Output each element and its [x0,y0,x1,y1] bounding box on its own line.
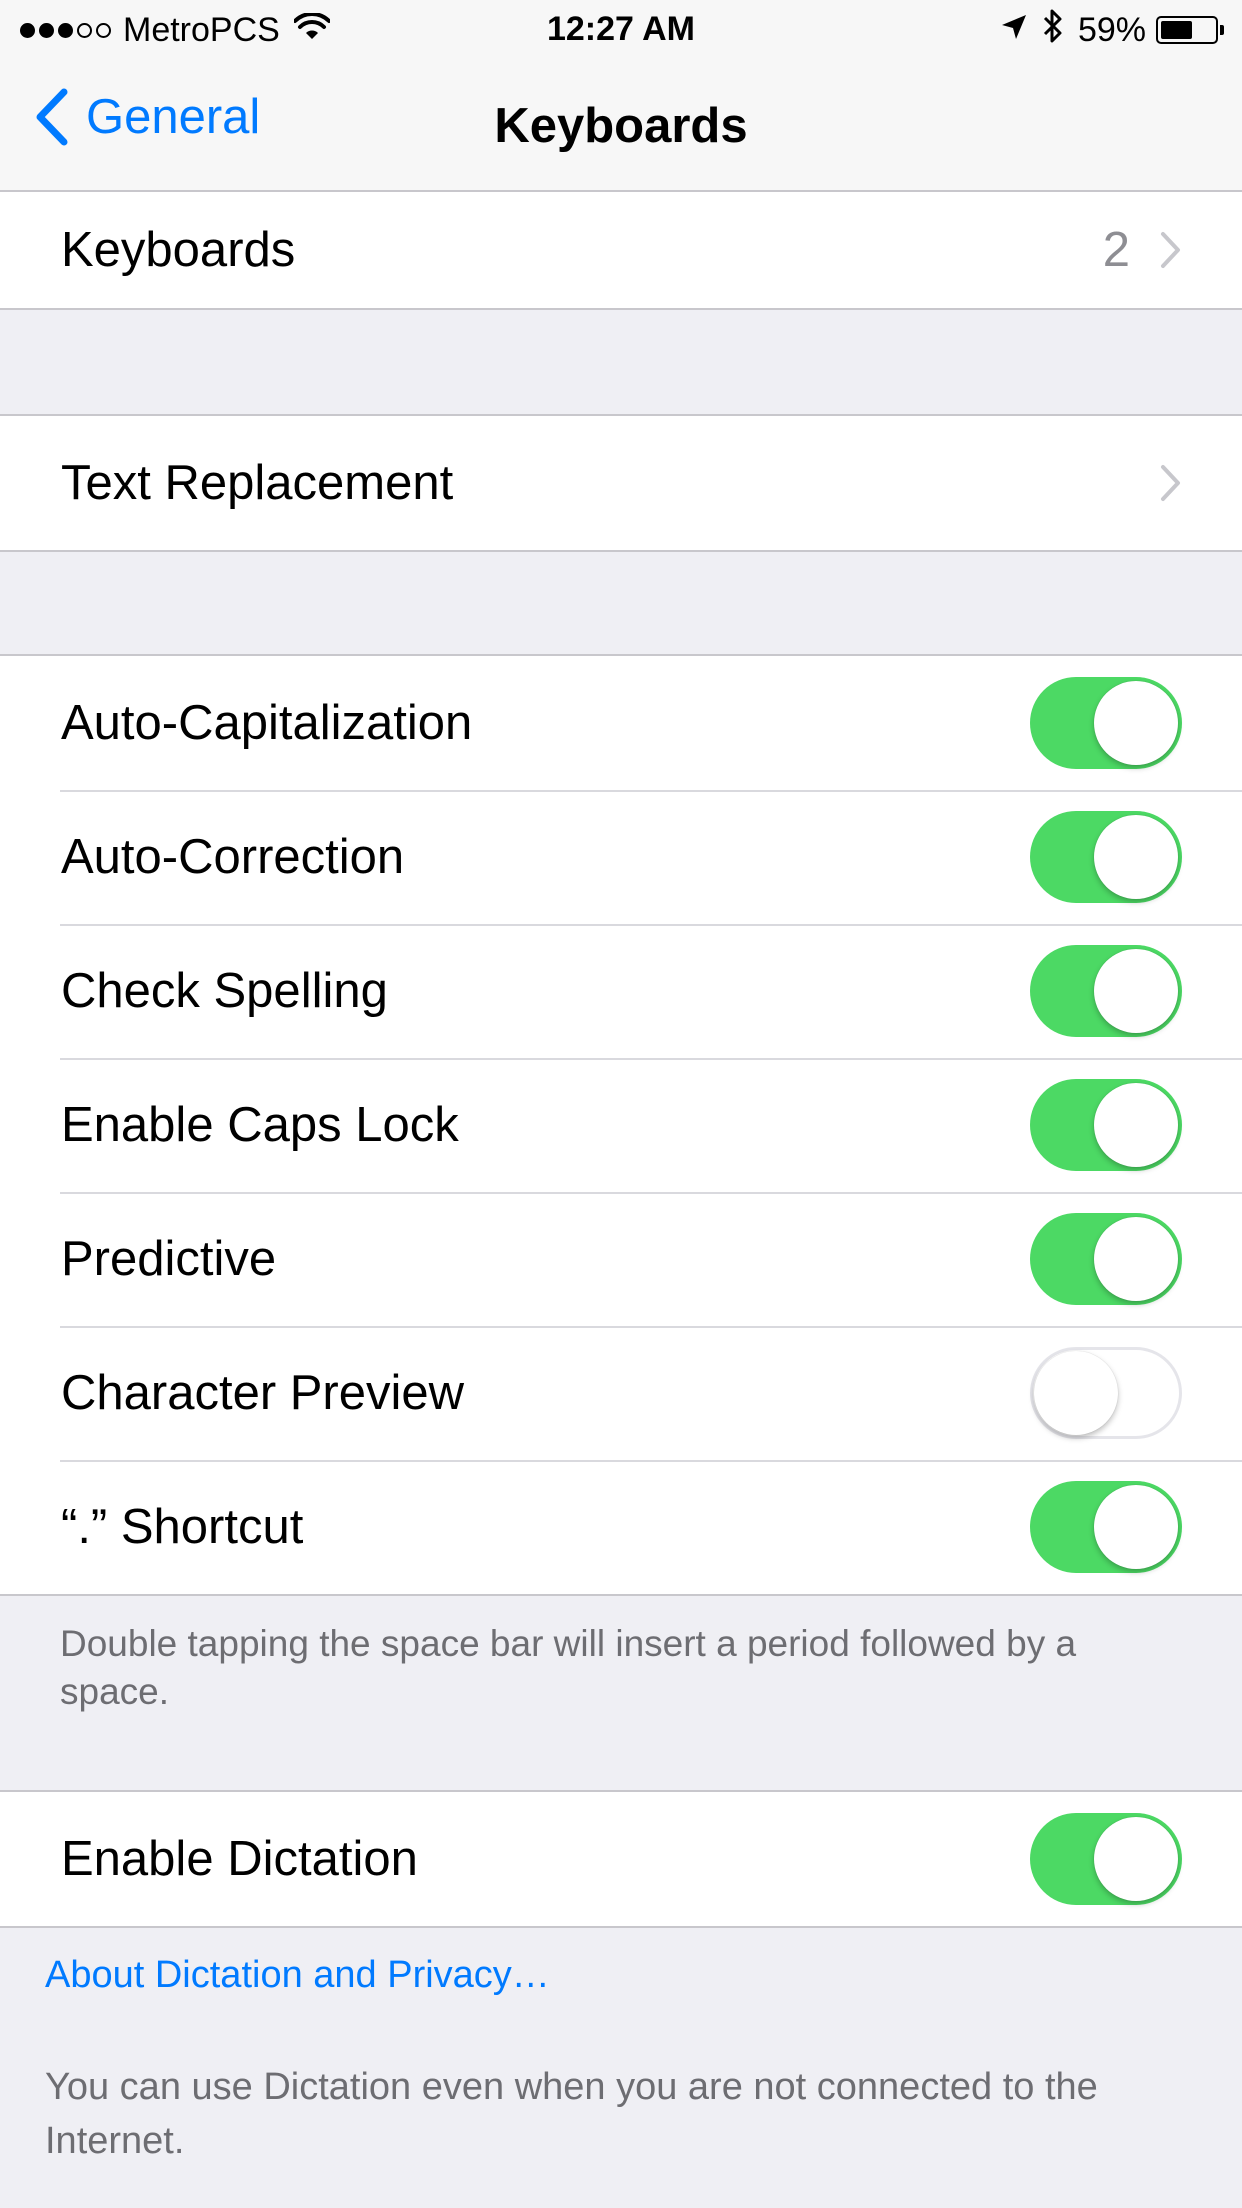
setting-row: Enable Caps Lock [0,1058,1242,1192]
status-right: 59% [1000,8,1224,52]
setting-label: Predictive [61,1232,277,1286]
battery-cap [1220,25,1224,35]
setting-label: Character Preview [61,1366,465,1420]
keyboards-row[interactable]: Keyboards 2 [0,192,1242,308]
navigation-bar: General Keyboards [0,62,1242,192]
text-replacement-group: Text Replacement [0,414,1242,552]
toggle-switch[interactable] [1030,677,1182,769]
dictation-privacy-link[interactable]: About Dictation and Privacy… [45,1954,550,1997]
keyboards-group: Keyboards 2 [0,190,1242,310]
chevron-right-icon [1161,465,1180,501]
text-replacement-row[interactable]: Text Replacement [0,416,1242,550]
setting-row: Check Spelling [0,924,1242,1058]
battery-icon [1156,16,1218,44]
keyboard-settings-group: Auto-Capitalization Auto-Correction Chec… [0,654,1242,1596]
setting-label: Auto-Capitalization [61,696,473,750]
dictation-label: Enable Dictation [61,1832,418,1886]
setting-label: “.” Shortcut [61,1500,304,1554]
keyboards-count: 2 [1102,223,1130,277]
toggle-switch[interactable] [1030,811,1182,903]
toggle-knob [1094,681,1178,765]
shortcut-footer-text: Double tapping the space bar will insert… [60,1623,1077,1712]
toggle-switch[interactable] [1030,945,1182,1037]
dictation-group: Enable Dictation [0,1790,1242,1928]
toggle-knob [1094,1817,1178,1901]
setting-row: “.” Shortcut [0,1460,1242,1594]
setting-row: Character Preview [0,1326,1242,1460]
toggle-switch[interactable] [1030,1079,1182,1171]
toggle-knob [1094,1083,1178,1167]
battery-percent: 59% [1077,10,1146,49]
toggle-switch[interactable] [1030,1481,1182,1573]
bluetooth-icon [1042,8,1064,53]
setting-label: Check Spelling [61,964,388,1018]
toggle-switch[interactable] [1030,1347,1182,1439]
chevron-right-icon [1161,232,1180,268]
toggle-knob [1094,1485,1178,1569]
dictation-toggle[interactable] [1030,1813,1182,1905]
toggle-knob [1094,1217,1178,1301]
text-replacement-label: Text Replacement [61,456,454,510]
setting-row: Predictive [0,1192,1242,1326]
setting-row: Auto-Capitalization [0,656,1242,790]
toggle-knob [1094,815,1178,899]
toggle-knob [1094,949,1178,1033]
setting-label: Enable Caps Lock [61,1098,459,1152]
keyboards-row-label: Keyboards [61,223,296,277]
toggle-switch[interactable] [1030,1213,1182,1305]
page-title: Keyboards [494,99,748,153]
dictation-row: Enable Dictation [0,1792,1242,1926]
dictation-footer-text: You can use Dictation even when you are … [45,2066,1098,2162]
status-bar: MetroPCS 12:27 AM 59% [0,0,1242,62]
setting-label: Auto-Correction [61,830,405,884]
setting-row: Auto-Correction [0,790,1242,924]
location-arrow-icon [1000,11,1028,50]
toggle-knob [1034,1351,1118,1435]
battery-fill [1161,21,1192,39]
